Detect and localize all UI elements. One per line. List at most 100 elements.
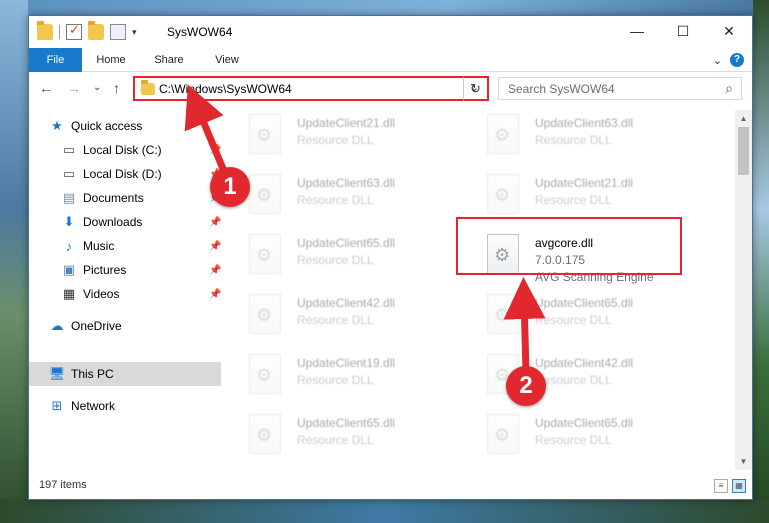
file-name: UpdateClient21.dll xyxy=(297,116,396,130)
tab-home[interactable]: Home xyxy=(91,48,131,72)
desktop-wallpaper-left xyxy=(0,0,28,523)
file-name: UpdateClient21.dll xyxy=(535,176,634,190)
file-description: Resource DLL xyxy=(297,253,374,267)
customize-icon[interactable] xyxy=(110,24,126,40)
dll-file-icon xyxy=(487,174,519,214)
file-item[interactable]: UpdateClient63.dll Resource DLL xyxy=(467,110,693,166)
back-arrow-icon[interactable]: ← xyxy=(39,80,53,96)
file-description: Resource DLL xyxy=(297,193,374,207)
address-path[interactable]: C:\Windows\SysWOW64 xyxy=(159,82,292,96)
folder-icon xyxy=(37,21,53,40)
file-item[interactable]: UpdateClient65.dll Resource DLL xyxy=(229,410,455,466)
navigation-bar: ← → ⌄ ↑ C:\Windows\SysWOW64 ⌄ ↻ Search S… xyxy=(29,74,752,104)
sidebar-item-music[interactable]: ♪ Music 📌 xyxy=(29,234,222,258)
file-item[interactable]: UpdateClient42.dll Resource DLL xyxy=(467,350,693,406)
dll-file-icon xyxy=(249,234,281,274)
forward-arrow-icon[interactable]: → xyxy=(67,80,81,96)
tab-share[interactable]: Share xyxy=(148,48,190,72)
drive-icon: ▭ xyxy=(62,166,76,181)
tab-file[interactable]: File xyxy=(29,48,82,72)
file-name: UpdateClient42.dll xyxy=(535,356,634,370)
search-placeholder: Search SysWOW64 xyxy=(508,82,615,96)
expand-ribbon-icon[interactable]: ⌄ xyxy=(713,54,722,67)
toolbar-separator xyxy=(59,25,60,39)
desktop-wallpaper-right xyxy=(753,0,769,523)
sidebar-item-videos[interactable]: ▦ Videos 📌 xyxy=(29,282,222,306)
sidebar-item-label: Downloads xyxy=(83,215,143,229)
file-name: UpdateClient63.dll xyxy=(297,176,396,190)
scroll-down-icon[interactable]: ▼ xyxy=(735,453,752,470)
dll-file-icon xyxy=(249,294,281,334)
new-folder-icon[interactable] xyxy=(88,21,104,40)
item-count: 197 items xyxy=(39,479,87,491)
title-bar: ▾ SysWOW64 — ☐ ✕ xyxy=(29,16,752,48)
sidebar-item-label: This PC xyxy=(71,367,114,381)
network-icon: ⊞ xyxy=(51,398,63,413)
sidebar-item-local-disk-d[interactable]: ▭ Local Disk (D:) 📌 xyxy=(29,162,222,186)
dll-file-icon xyxy=(249,114,281,154)
sidebar-item-onedrive[interactable]: ☁ OneDrive xyxy=(29,314,221,338)
sidebar-item-local-disk-c[interactable]: ▭ Local Disk (C:) 📌 xyxy=(29,138,222,162)
file-description: Resource DLL xyxy=(297,373,374,387)
dll-file-icon xyxy=(487,294,519,334)
file-item[interactable]: UpdateClient19.dll Resource DLL xyxy=(229,350,455,406)
dll-file-icon xyxy=(487,414,519,454)
file-item[interactable]: UpdateClient21.dll Resource DLL xyxy=(229,110,455,166)
refresh-button[interactable]: ↻ xyxy=(463,76,489,101)
file-name: UpdateClient19.dll xyxy=(297,356,396,370)
address-bar[interactable]: C:\Windows\SysWOW64 ⌄ xyxy=(133,76,489,101)
navigation-pane: ★ Quick access ▭ Local Disk (C:) 📌 ▭ Loc… xyxy=(29,110,221,470)
dll-file-icon xyxy=(249,354,281,394)
status-bar: 197 items ≡ ▦ xyxy=(29,473,752,499)
scroll-up-icon[interactable]: ▲ xyxy=(735,110,752,127)
window-title: SysWOW64 xyxy=(167,25,233,39)
minimize-button[interactable]: — xyxy=(614,16,660,46)
search-icon[interactable]: ⌕ xyxy=(725,80,733,97)
up-arrow-icon[interactable]: ↑ xyxy=(113,80,120,96)
scrollbar-thumb[interactable] xyxy=(738,127,749,175)
tab-view[interactable]: View xyxy=(207,48,247,72)
highlight-box-avgcore xyxy=(456,217,682,275)
documents-icon: ▤ xyxy=(62,190,76,205)
sidebar-item-documents[interactable]: ▤ Documents 📌 xyxy=(29,186,222,210)
sidebar-item-pictures[interactable]: ▣ Pictures 📌 xyxy=(29,258,222,282)
file-description: Resource DLL xyxy=(535,313,612,327)
quick-access-toolbar: ▾ xyxy=(37,21,137,40)
file-item[interactable]: UpdateClient65.dll Resource DLL xyxy=(229,230,455,286)
sidebar-item-label: Local Disk (D:) xyxy=(83,167,162,181)
dll-file-icon xyxy=(249,414,281,454)
maximize-button[interactable]: ☐ xyxy=(660,16,706,46)
tiles-view-icon[interactable]: ▦ xyxy=(732,479,746,493)
file-item[interactable]: UpdateClient42.dll Resource DLL xyxy=(229,290,455,346)
address-folder-icon xyxy=(141,80,155,95)
close-button[interactable]: ✕ xyxy=(706,16,752,46)
view-toggle: ≡ ▦ xyxy=(714,479,746,493)
file-name: UpdateClient42.dll xyxy=(297,296,396,310)
sidebar-item-label: OneDrive xyxy=(71,319,122,333)
pin-icon: 📌 xyxy=(209,144,222,156)
sidebar-item-downloads[interactable]: ⬇ Downloads 📌 xyxy=(29,210,222,234)
file-item[interactable]: UpdateClient65.dll Resource DLL xyxy=(467,290,693,346)
file-item[interactable]: UpdateClient63.dll Resource DLL xyxy=(229,170,455,226)
sidebar-item-label: Documents xyxy=(83,191,144,205)
sidebar-item-quick-access[interactable]: ★ Quick access xyxy=(29,114,221,138)
file-description: Resource DLL xyxy=(535,373,612,387)
file-description: Resource DLL xyxy=(297,433,374,447)
step-1-badge: 1 xyxy=(210,167,250,207)
help-icon[interactable]: ? xyxy=(730,53,744,67)
details-view-icon[interactable]: ≡ xyxy=(714,479,728,493)
sidebar-item-this-pc[interactable]: 🖥 This PC xyxy=(29,362,221,386)
vertical-scrollbar[interactable]: ▲ ▼ xyxy=(735,110,752,470)
recent-locations-icon[interactable]: ⌄ xyxy=(93,82,101,93)
properties-check-icon[interactable] xyxy=(66,22,82,40)
dll-file-icon xyxy=(249,174,281,214)
file-item[interactable]: UpdateClient65.dll Resource DLL xyxy=(467,410,693,466)
search-input[interactable]: Search SysWOW64 ⌕ xyxy=(498,77,742,100)
qat-dropdown-icon[interactable]: ▾ xyxy=(132,27,137,38)
pin-icon: 📌 xyxy=(209,264,222,276)
file-name: UpdateClient63.dll xyxy=(535,116,634,130)
sidebar-item-network[interactable]: ⊞ Network xyxy=(29,394,221,418)
download-icon: ⬇ xyxy=(63,214,75,229)
sidebar-item-label: Videos xyxy=(83,287,120,301)
sidebar-item-label: Music xyxy=(83,239,115,253)
